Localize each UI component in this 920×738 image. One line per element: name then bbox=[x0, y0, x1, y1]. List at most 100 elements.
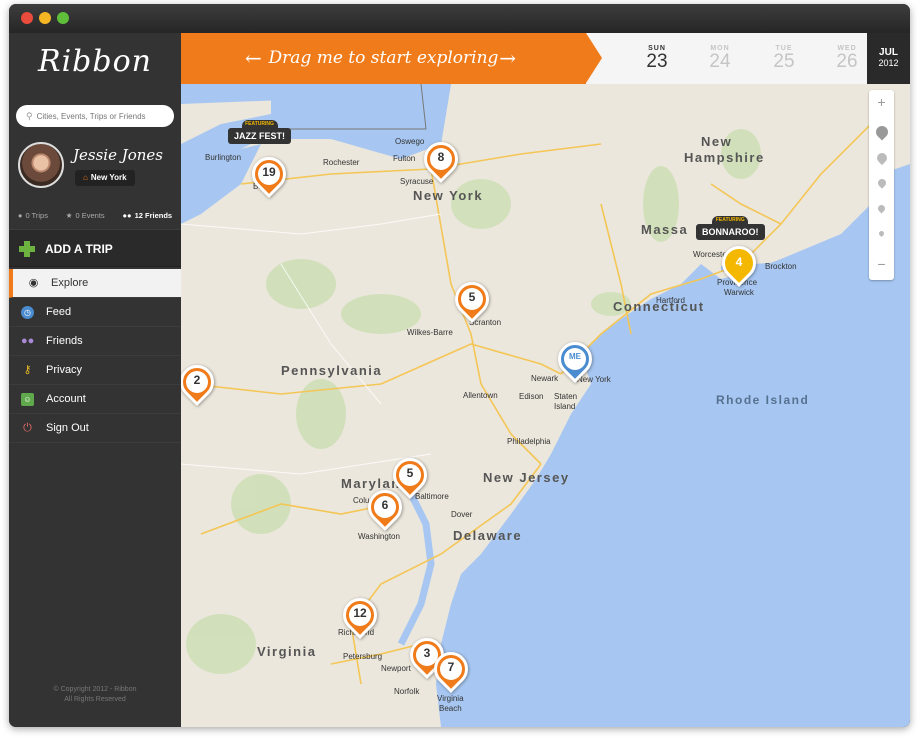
state-label: Rhode Island bbox=[716, 393, 810, 407]
state-label: Massa bbox=[641, 222, 689, 237]
nav-item-friends[interactable]: ●● Friends bbox=[9, 327, 181, 356]
pin-icon: ● bbox=[17, 210, 23, 220]
state-label: Delaware bbox=[453, 528, 523, 543]
close-window-button[interactable] bbox=[21, 12, 33, 24]
city-label: Virginia bbox=[437, 694, 464, 703]
map-view[interactable]: Rochester Oswego Fulton Syracuse Burling… bbox=[181, 84, 910, 727]
timeline-bar: ← Drag me to start exploring → SUN 23 MO… bbox=[181, 33, 910, 84]
nav-item-explore[interactable]: ◉ Explore bbox=[9, 269, 181, 298]
home-icon: ⌂ bbox=[83, 173, 88, 182]
copyright-line-2: All Rights Reserved bbox=[64, 696, 126, 703]
sidebar: Ribbon ⚲ Jessie Jones ⌂New York ●0 Trips… bbox=[9, 33, 181, 727]
app-logo[interactable]: Ribbon bbox=[9, 33, 181, 95]
event-pin[interactable]: 4 bbox=[714, 238, 764, 288]
pin-count: 2 bbox=[193, 373, 201, 387]
pin-count: 5 bbox=[406, 466, 414, 480]
nav-item-sign-out[interactable]: ⏻ Sign Out bbox=[9, 414, 181, 443]
trips-stat[interactable]: ● 0 Trips bbox=[18, 211, 48, 220]
pin-count: 8 bbox=[437, 150, 445, 164]
month-selector[interactable]: JUL 2012 bbox=[867, 33, 910, 84]
my-location-pin[interactable]: ME bbox=[550, 334, 600, 384]
city-label: Philadelphia bbox=[507, 437, 551, 446]
city-label: Staten bbox=[554, 392, 578, 401]
nav-label-explore: Explore bbox=[51, 277, 89, 289]
search-box[interactable]: ⚲ bbox=[16, 105, 174, 127]
trip-pin[interactable]: 8 bbox=[416, 134, 466, 184]
day-sun[interactable]: SUN 23 bbox=[632, 45, 682, 72]
clock-icon: ◷ bbox=[21, 306, 34, 319]
event-flag[interactable]: FEATURING BONNAROO! bbox=[696, 216, 765, 240]
contact-book-icon: ☺ bbox=[21, 393, 34, 406]
nav-item-privacy[interactable]: ⚷ Privacy bbox=[9, 356, 181, 385]
event-flag[interactable]: FEATURING JAZZ FEST! bbox=[228, 120, 291, 144]
city-label: Burlington bbox=[205, 153, 242, 162]
state-label: New York bbox=[413, 188, 484, 203]
pin-count: 7 bbox=[447, 660, 455, 674]
city-label: Warwick bbox=[724, 288, 754, 297]
trip-pin[interactable]: 12 bbox=[335, 590, 385, 640]
state-label: Connecticut bbox=[613, 299, 705, 314]
day-tue[interactable]: TUE 25 bbox=[759, 45, 809, 72]
zoom-level-icon[interactable] bbox=[875, 177, 888, 189]
nav-item-account[interactable]: ☺ Account bbox=[9, 385, 181, 414]
zoom-out-button[interactable]: − bbox=[869, 254, 894, 274]
zoom-level-icon[interactable] bbox=[874, 150, 889, 166]
day-number: 26 bbox=[836, 51, 858, 72]
day-mon[interactable]: MON 24 bbox=[695, 45, 745, 72]
nav-label-sign-out: Sign Out bbox=[46, 422, 89, 434]
zoom-in-button[interactable]: + bbox=[869, 92, 894, 112]
add-trip-button[interactable]: ADD A TRIP bbox=[9, 229, 181, 267]
plus-icon bbox=[19, 241, 35, 257]
pin-count: 6 bbox=[381, 498, 389, 512]
avatar[interactable] bbox=[18, 142, 64, 188]
key-icon: ⚷ bbox=[23, 364, 32, 376]
zoom-level-icon[interactable] bbox=[873, 123, 890, 141]
city-label: Dover bbox=[451, 510, 473, 519]
user-profile[interactable]: Jessie Jones ⌂ New York bbox=[9, 139, 181, 199]
drag-label: Drag me to start exploring bbox=[268, 48, 499, 68]
me-label: ME bbox=[569, 352, 581, 361]
city-label: Oswego bbox=[395, 137, 425, 146]
trip-pin[interactable]: 6 bbox=[360, 482, 410, 532]
zoom-level-icon[interactable] bbox=[877, 229, 886, 238]
user-name: Jessie Jones bbox=[73, 146, 164, 164]
copyright-line-1: © Copyright 2012 - Ribbon bbox=[53, 686, 137, 693]
search-input[interactable] bbox=[36, 111, 167, 121]
city-label: Newark bbox=[531, 374, 559, 383]
trip-pin[interactable]: 19 bbox=[244, 149, 294, 199]
pin-count: 19 bbox=[262, 165, 276, 179]
city-label: Island bbox=[554, 402, 576, 411]
trip-pin[interactable]: 5 bbox=[447, 274, 497, 324]
state-label: Virginia bbox=[257, 644, 317, 659]
zoom-level-icon[interactable] bbox=[876, 203, 887, 214]
event-ribbon: FEATURING bbox=[712, 216, 749, 225]
city-label: Newport bbox=[381, 664, 411, 673]
nav-item-feed[interactable]: ◷ Feed bbox=[9, 298, 181, 327]
user-city-badge: ⌂ New York bbox=[75, 170, 135, 186]
pin-count: 12 bbox=[353, 606, 367, 620]
city-label: Edison bbox=[519, 392, 544, 401]
drag-timeline-handle[interactable]: ← Drag me to start exploring → bbox=[181, 33, 602, 84]
minimize-window-button[interactable] bbox=[39, 12, 51, 24]
friends-stat[interactable]: ●● 12 Friends bbox=[123, 211, 173, 220]
trips-count: 0 Trips bbox=[25, 210, 48, 220]
day-number: 23 bbox=[646, 51, 668, 72]
city-label: Fulton bbox=[393, 154, 416, 163]
city-label: Washington bbox=[358, 532, 400, 541]
add-trip-label: ADD A TRIP bbox=[45, 242, 113, 256]
event-label: JAZZ FEST! bbox=[234, 131, 285, 141]
trip-pin[interactable]: 2 bbox=[181, 357, 222, 407]
events-stat[interactable]: ★ 0 Events bbox=[66, 211, 105, 220]
month-name: JUL bbox=[879, 47, 898, 58]
nav-label-privacy: Privacy bbox=[46, 364, 83, 376]
zoom-window-button[interactable] bbox=[57, 12, 69, 24]
city-label: Wilkes-Barre bbox=[407, 328, 453, 337]
people-icon: ●● bbox=[122, 210, 132, 220]
nav-label-friends: Friends bbox=[46, 335, 83, 347]
city-label: Allentown bbox=[463, 391, 498, 400]
pin-count: 4 bbox=[735, 255, 743, 269]
day-wed[interactable]: WED 26 bbox=[822, 45, 872, 72]
event-label: BONNAROO! bbox=[702, 227, 759, 237]
zoom-control: + − bbox=[869, 90, 894, 280]
power-icon: ⏻ bbox=[23, 422, 32, 434]
